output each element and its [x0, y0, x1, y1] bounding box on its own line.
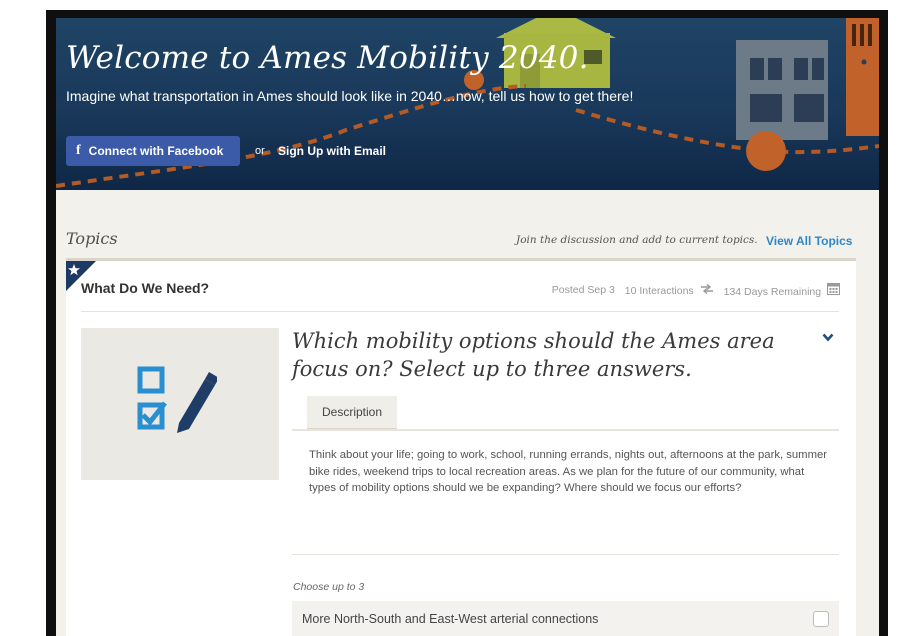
days-remaining: 134 Days Remaining	[724, 282, 840, 298]
topic-meta: Posted Sep 3 10 Interactions 134 Days Re…	[552, 282, 840, 298]
choose-label: Choose up to 3	[293, 581, 365, 593]
tab-underline	[292, 429, 839, 431]
description-divider	[292, 554, 839, 555]
topic-question: Which mobility options should the Ames a…	[292, 329, 775, 381]
view-all-topics-link[interactable]: View All Topics	[766, 234, 852, 248]
topic-card: What Do We Need? Posted Sep 3 10 Interac…	[66, 258, 856, 636]
connect-facebook-button[interactable]: f Connect with Facebook	[66, 136, 240, 166]
hero-subtitle: Imagine what transportation in Ames shou…	[66, 88, 634, 104]
hero-title: Welcome to Ames Mobility 2040.	[66, 40, 589, 76]
answer-checkbox[interactable]	[813, 611, 829, 627]
interactions-label: 10 Interactions	[624, 284, 694, 297]
posted-date: Posted Sep 3	[551, 284, 615, 296]
topics-join-text: Join the discussion and add to current t…	[516, 234, 758, 246]
answer-option-label: More North-South and East-West arterial …	[302, 612, 599, 626]
sign-up-email-link[interactable]: Sign Up with Email	[278, 144, 386, 158]
hero-banner: Welcome to Ames Mobility 2040. Imagine w…	[56, 18, 879, 190]
topic-thumbnail	[81, 328, 279, 480]
answer-option[interactable]: More North-South and East-West arterial …	[292, 601, 839, 636]
topic-title[interactable]: What Do We Need?	[81, 280, 209, 296]
card-divider	[81, 311, 839, 312]
chevron-down-icon[interactable]	[822, 333, 834, 342]
or-separator: or	[255, 145, 265, 157]
checklist-pencil-icon	[137, 366, 217, 433]
description-text: Think about your life; going to work, sc…	[309, 449, 828, 494]
connect-facebook-label: Connect with Facebook	[88, 144, 224, 158]
interactions-arrows-icon	[700, 283, 714, 294]
topics-heading: Topics	[66, 229, 118, 248]
tab-description[interactable]: Description	[307, 396, 397, 430]
days-remaining-label: 134 Days Remaining	[723, 286, 822, 298]
page-frame: Welcome to Ames Mobility 2040. Imagine w…	[46, 10, 888, 636]
facebook-f-icon: f	[76, 143, 81, 158]
interactions-count: 10 Interactions	[624, 283, 714, 297]
calendar-icon	[827, 282, 840, 295]
